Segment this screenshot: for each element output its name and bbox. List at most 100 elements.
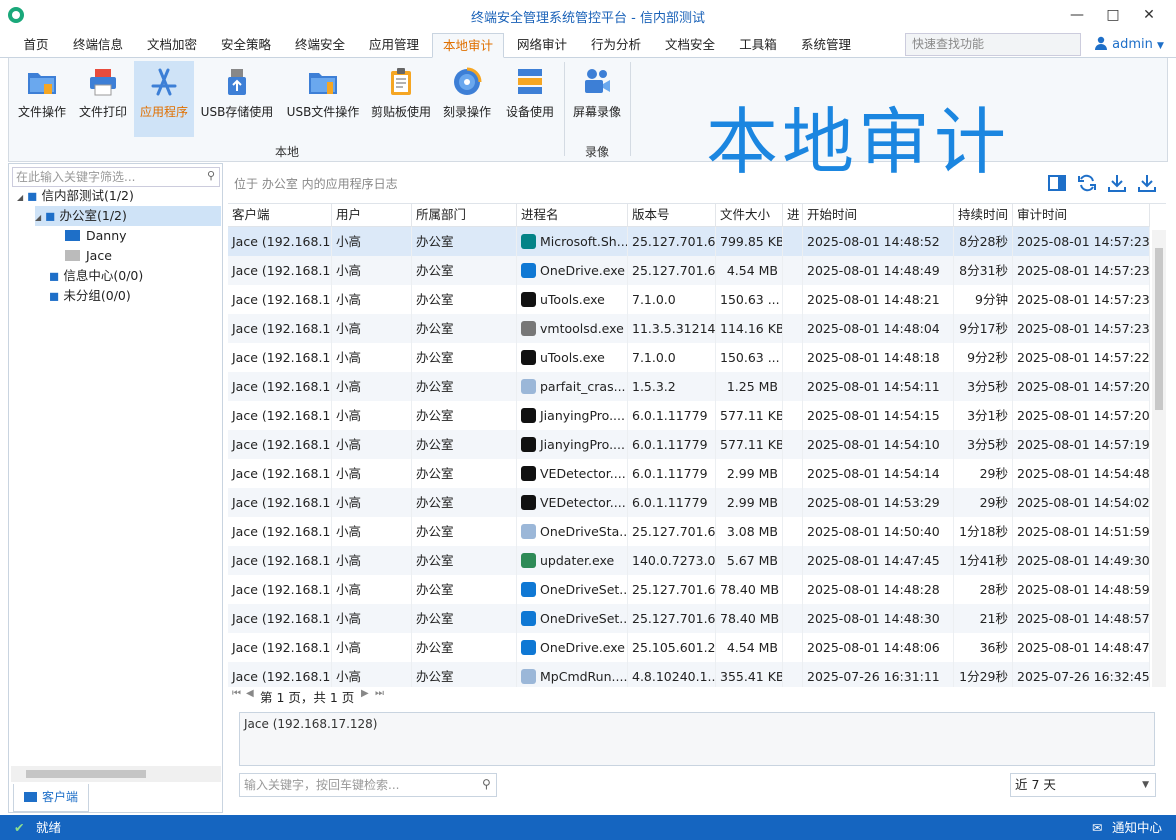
process-name: uTools.exe [540,350,605,365]
table-row[interactable]: Jace (192.168.1... 小高 办公室 updater.exe 140.0.… [228,546,1150,575]
scrollbar-thumb[interactable] [26,770,146,778]
tree-node-info-center[interactable]: ◼ 信息中心(0/0) [49,266,143,286]
table-row[interactable]: Jace (192.168.1... 小高 办公室 VEDetector.... 6.0… [228,488,1150,517]
keyword-search-input[interactable]: 输入关键字，按回车键检索... [239,773,497,797]
column-header[interactable]: 文件大小 [716,204,783,227]
screen-record-button[interactable]: 屏幕录像 [567,61,627,137]
menu-home[interactable]: 首页 [12,33,60,58]
menu-doc-encrypt[interactable]: 文档加密 [140,33,204,58]
quick-search-input[interactable]: 快速查找功能 [905,33,1081,56]
burn-operation-button[interactable]: 刻录操作 [437,61,497,137]
table-row[interactable]: Jace (192.168.1... 小高 办公室 vmtoolsd.exe 11.3.… [228,314,1150,343]
org-icon: ◼ [45,208,56,223]
table-row[interactable]: Jace (192.168.1... 小高 办公室 OneDrive.exe 25.12… [228,256,1150,285]
column-header[interactable]: 进程名 [517,204,628,227]
table-cell: 小高 [332,314,412,343]
minimize-button[interactable]: — [1060,0,1094,30]
column-header[interactable]: 所属部门 [412,204,517,227]
table-cell: Jace (192.168.1... [228,372,332,401]
table-cell: 6.0.1.11779 [628,430,716,459]
menu-behavior-analysis[interactable]: 行为分析 [584,33,648,58]
table-cell: 78.40 MB [716,604,783,633]
column-header[interactable]: 审计时间 [1013,204,1150,227]
table-row[interactable]: Jace (192.168.1... 小高 办公室 uTools.exe 7.1.0.0… [228,343,1150,372]
export-all-icon[interactable] [1137,173,1157,193]
file-operation-button[interactable]: 文件操作 [12,61,72,137]
first-page-icon[interactable]: ⏮ [232,688,241,699]
column-header[interactable]: 用户 [332,204,412,227]
column-header[interactable]: 版本号 [628,204,716,227]
table-row[interactable]: Jace (192.168.1... 小高 办公室 OneDriveSet... 25.… [228,575,1150,604]
printer-icon [90,69,116,96]
clipboard-button[interactable]: 剪贴板使用 [369,61,433,137]
table-cell: 办公室 [412,227,517,256]
table-row[interactable]: Jace (192.168.1... 小高 办公室 OneDrive.exe 25.10… [228,633,1150,662]
next-page-icon[interactable]: ▶ [361,688,369,699]
table-cell: 小高 [332,575,412,604]
menu-toolbox[interactable]: 工具箱 [732,33,784,58]
tree-horizontal-scrollbar[interactable] [11,766,221,782]
tree-node-danny[interactable]: Danny [65,226,127,246]
table-row[interactable]: Jace (192.168.1... 小高 办公室 parfait_cras... 1.… [228,372,1150,401]
table-cell: 2025-07-26 16:32:45 [1013,662,1150,687]
usb-storage-button[interactable]: USB存储使用 [197,61,277,137]
table-row[interactable]: Jace (192.168.1... 小高 办公室 uTools.exe 7.1.0.0… [228,285,1150,314]
column-settings-icon[interactable] [1047,173,1067,193]
tree-node-jace[interactable]: Jace [65,246,112,266]
usb-file-operation-button[interactable]: USB文件操作 [283,61,363,137]
menu-terminal-security[interactable]: 终端安全 [288,33,352,58]
clipboard-icon [391,68,411,95]
process-name: JianyingPro.... [540,408,625,423]
process-icon [521,524,536,539]
table-row[interactable]: Jace (192.168.1... 小高 办公室 MpCmdRun.... 4.8.1… [228,662,1150,687]
table-cell: parfait_cras... [517,372,628,401]
file-print-button[interactable]: 文件打印 [73,61,133,137]
table-cell: 9分钟 [954,285,1013,314]
device-usage-button[interactable]: 设备使用 [498,61,562,137]
last-page-icon[interactable]: ⏭ [375,688,384,699]
table-cell: MpCmdRun.... [517,662,628,687]
menu-doc-security[interactable]: 文档安全 [658,33,722,58]
table-row[interactable]: Jace (192.168.1... 小高 办公室 VEDetector.... 6.0… [228,459,1150,488]
table-row[interactable]: Jace (192.168.1... 小高 办公室 OneDriveSet... 25.… [228,604,1150,633]
column-header[interactable]: 持续时间 [954,204,1013,227]
menu-terminal-info[interactable]: 终端信息 [66,33,130,58]
maximize-button[interactable]: □ [1096,0,1130,30]
tree-node-office[interactable]: ◢ ◼ 办公室(1/2) [35,206,221,226]
table-row[interactable]: Jace (192.168.1... 小高 办公室 OneDriveSta... 25.… [228,517,1150,546]
menu-network-audit[interactable]: 网络审计 [510,33,574,58]
user-icon [1095,36,1107,50]
column-header[interactable]: 开始时间 [803,204,954,227]
prev-page-icon[interactable]: ◀ [246,688,254,699]
table-row[interactable]: Jace (192.168.1... 小高 办公室 Microsoft.Sh... 25… [228,227,1150,256]
menu-security-policy[interactable]: 安全策略 [214,33,278,58]
notification-center-button[interactable]: 通知中心 [1112,815,1162,840]
table-cell: 2025-08-01 14:48:49 [803,256,954,285]
table-cell: 2025-08-01 14:57:20 [1013,372,1150,401]
close-button[interactable]: ✕ [1132,0,1166,30]
export-icon[interactable] [1107,173,1127,193]
tree-node-root[interactable]: ◢ ◼ 信内部测试(1/2) [17,186,134,206]
menu-system-management[interactable]: 系统管理 [794,33,858,58]
table-vertical-scrollbar[interactable] [1152,230,1166,687]
table-cell: Jace (192.168.1... [228,517,332,546]
table-row[interactable]: Jace (192.168.1... 小高 办公室 JianyingPro.... 6.… [228,430,1150,459]
usb-icon [228,69,246,95]
table-cell: Jace (192.168.1... [228,662,332,687]
tree-node-ungrouped[interactable]: ◼ 未分组(0/0) [49,286,131,306]
user-menu[interactable]: admin ▼ [1094,36,1164,56]
table-cell: 28秒 [954,575,1013,604]
refresh-icon[interactable] [1077,173,1097,193]
table-cell: 11.3.5.31214 [628,314,716,343]
column-header[interactable]: 客户端 [228,204,332,227]
table-cell: 办公室 [412,488,517,517]
column-header[interactable]: 进 [783,204,803,227]
menu-app-management[interactable]: 应用管理 [362,33,426,58]
application-button[interactable]: 应用程序 [134,61,194,137]
scrollbar-thumb[interactable] [1155,248,1163,410]
tree-filter-input[interactable]: 在此输入关键字筛选... [12,167,220,187]
tab-client[interactable]: 客户端 [13,784,89,812]
menu-local-audit[interactable]: 本地审计 [432,33,504,58]
table-row[interactable]: Jace (192.168.1... 小高 办公室 JianyingPro.... 6.… [228,401,1150,430]
time-range-select[interactable]: 近 7 天 ▼ [1010,773,1156,797]
